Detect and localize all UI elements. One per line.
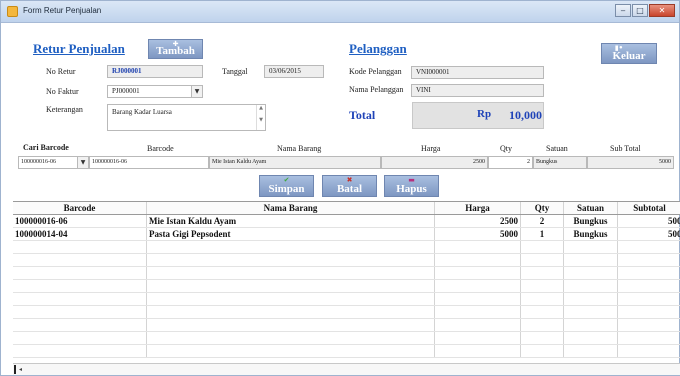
kode-pelanggan-field[interactable]: VNI000001 (411, 66, 544, 79)
grid-col-qty[interactable]: Qty (521, 202, 564, 214)
nama-pelanggan-label: Nama Pelanggan (349, 85, 404, 94)
cell-satuan: Bungkus (564, 228, 618, 240)
satuan-header: Satuan (546, 144, 568, 153)
harga-header: Harga (421, 144, 441, 153)
table-row[interactable]: 100000014-04 Pasta Gigi Pepsodent 5000 1… (13, 228, 680, 241)
tambah-button[interactable]: ✚ Tambah (148, 39, 203, 59)
keluar-button[interactable]: ▮• Keluar (601, 43, 657, 64)
cell-barcode: 100000016-06 (13, 215, 147, 227)
cell-qty: 1 (521, 228, 564, 240)
empty-row (13, 280, 680, 293)
cell-subtotal: 5000 (668, 216, 680, 226)
simpan-button[interactable]: ✔ Simpan (259, 175, 314, 197)
cari-barcode-select[interactable]: 100000016-06 ▼ (18, 156, 89, 169)
close-button[interactable]: ✕ (649, 4, 675, 17)
subtotal-header: Sub Total (610, 144, 641, 153)
grid-col-harga[interactable]: Harga (435, 202, 521, 214)
table-row[interactable]: 100000016-06 Mie Istan Kaldu Ayam 2500 2… (13, 215, 680, 228)
no-retur-label: No Retur (46, 67, 76, 76)
grid-col-subtotal[interactable]: Subtotal (618, 202, 680, 214)
nama-barang-header: Nama Barang (277, 144, 322, 153)
empty-row (13, 267, 680, 280)
chevron-down-icon[interactable]: ▼ (77, 157, 88, 168)
harga-input[interactable]: 2500 (381, 156, 488, 169)
no-faktur-value: PJ000001 (112, 87, 140, 95)
pelanggan-heading: Pelanggan (349, 41, 407, 56)
no-faktur-label: No Faktur (46, 87, 79, 96)
grid-col-nama-barang[interactable]: Nama Barang (147, 202, 435, 214)
cell-barcode: 100000014-04 (13, 228, 147, 240)
window-controls: ‒ □ ✕ (615, 4, 675, 17)
textarea-scrollbar[interactable]: ▲ ▼ (256, 105, 265, 130)
cell-subtotal: 5000 (668, 229, 680, 239)
kode-pelanggan-label: Kode Pelanggan (349, 67, 402, 76)
qty-header: Qty (500, 144, 512, 153)
window-title: Form Retur Penjualan (23, 6, 102, 15)
keterangan-textarea[interactable]: Barang Kadar Luarsa ▲ ▼ (107, 104, 266, 131)
subtotal-input[interactable]: 5000 (587, 156, 674, 169)
cell-qty: 2 (521, 215, 564, 227)
scroll-left-icon[interactable]: ◂ (19, 364, 22, 375)
cell-harga: 5000 (435, 228, 521, 240)
form-window: Form Retur Penjualan ‒ □ ✕ Retur Penjual… (0, 0, 680, 376)
tanggal-field[interactable]: 03/06/2015 (264, 65, 324, 78)
total-value: 10,000 (509, 108, 542, 122)
cell-harga: 2500 (435, 215, 521, 227)
app-icon (7, 6, 18, 17)
title-bar: Form Retur Penjualan ‒ □ ✕ (1, 1, 679, 23)
total-label: Total (349, 108, 376, 122)
barcode-header: Barcode (147, 144, 174, 153)
cell-satuan: Bungkus (564, 215, 618, 227)
empty-row (13, 345, 680, 358)
chevron-down-icon[interactable]: ▼ (191, 86, 202, 97)
tanggal-label: Tanggal (222, 67, 248, 76)
grid-col-satuan[interactable]: Satuan (564, 202, 618, 214)
cari-barcode-value: 100000016-06 (21, 159, 56, 165)
horizontal-scrollbar[interactable]: ◂ (13, 363, 680, 375)
minimize-button[interactable]: ‒ (615, 4, 631, 17)
empty-row (13, 332, 680, 345)
empty-row (13, 241, 680, 254)
keterangan-label: Keterangan (46, 105, 83, 114)
retur-heading: Retur Penjualan (33, 41, 125, 56)
empty-row (13, 293, 680, 306)
maximize-button[interactable]: □ (632, 4, 648, 17)
nama-barang-input[interactable]: Mie Istan Kaldu Ayam (209, 156, 381, 169)
keterangan-value: Barang Kadar Luarsa (112, 108, 172, 116)
currency-label: Rp (477, 108, 492, 120)
qty-input[interactable]: 2 (488, 156, 533, 169)
cari-barcode-header: Cari Barcode (23, 143, 69, 152)
cell-nama-barang: Mie Istan Kaldu Ayam (147, 215, 435, 227)
retur-grid[interactable]: Barcode Nama Barang Harga Qty Satuan Sub… (13, 201, 680, 363)
row-indicator (14, 365, 16, 374)
grid-header: Barcode Nama Barang Harga Qty Satuan Sub… (13, 202, 680, 215)
hapus-button[interactable]: ▬ Hapus (384, 175, 439, 197)
empty-row (13, 254, 680, 267)
grid-col-barcode[interactable]: Barcode (13, 202, 147, 214)
batal-button[interactable]: ✖ Batal (322, 175, 377, 197)
no-faktur-select[interactable]: PJ000001 ▼ (107, 85, 203, 98)
nama-pelanggan-field[interactable]: VINI (411, 84, 544, 97)
satuan-input[interactable]: Bungkus (533, 156, 587, 169)
empty-row (13, 306, 680, 319)
empty-row (13, 319, 680, 332)
no-retur-field[interactable]: RJ000001 (107, 65, 203, 78)
barcode-input[interactable]: 100000016-06 (89, 156, 209, 169)
cell-nama-barang: Pasta Gigi Pepsodent (147, 228, 435, 240)
